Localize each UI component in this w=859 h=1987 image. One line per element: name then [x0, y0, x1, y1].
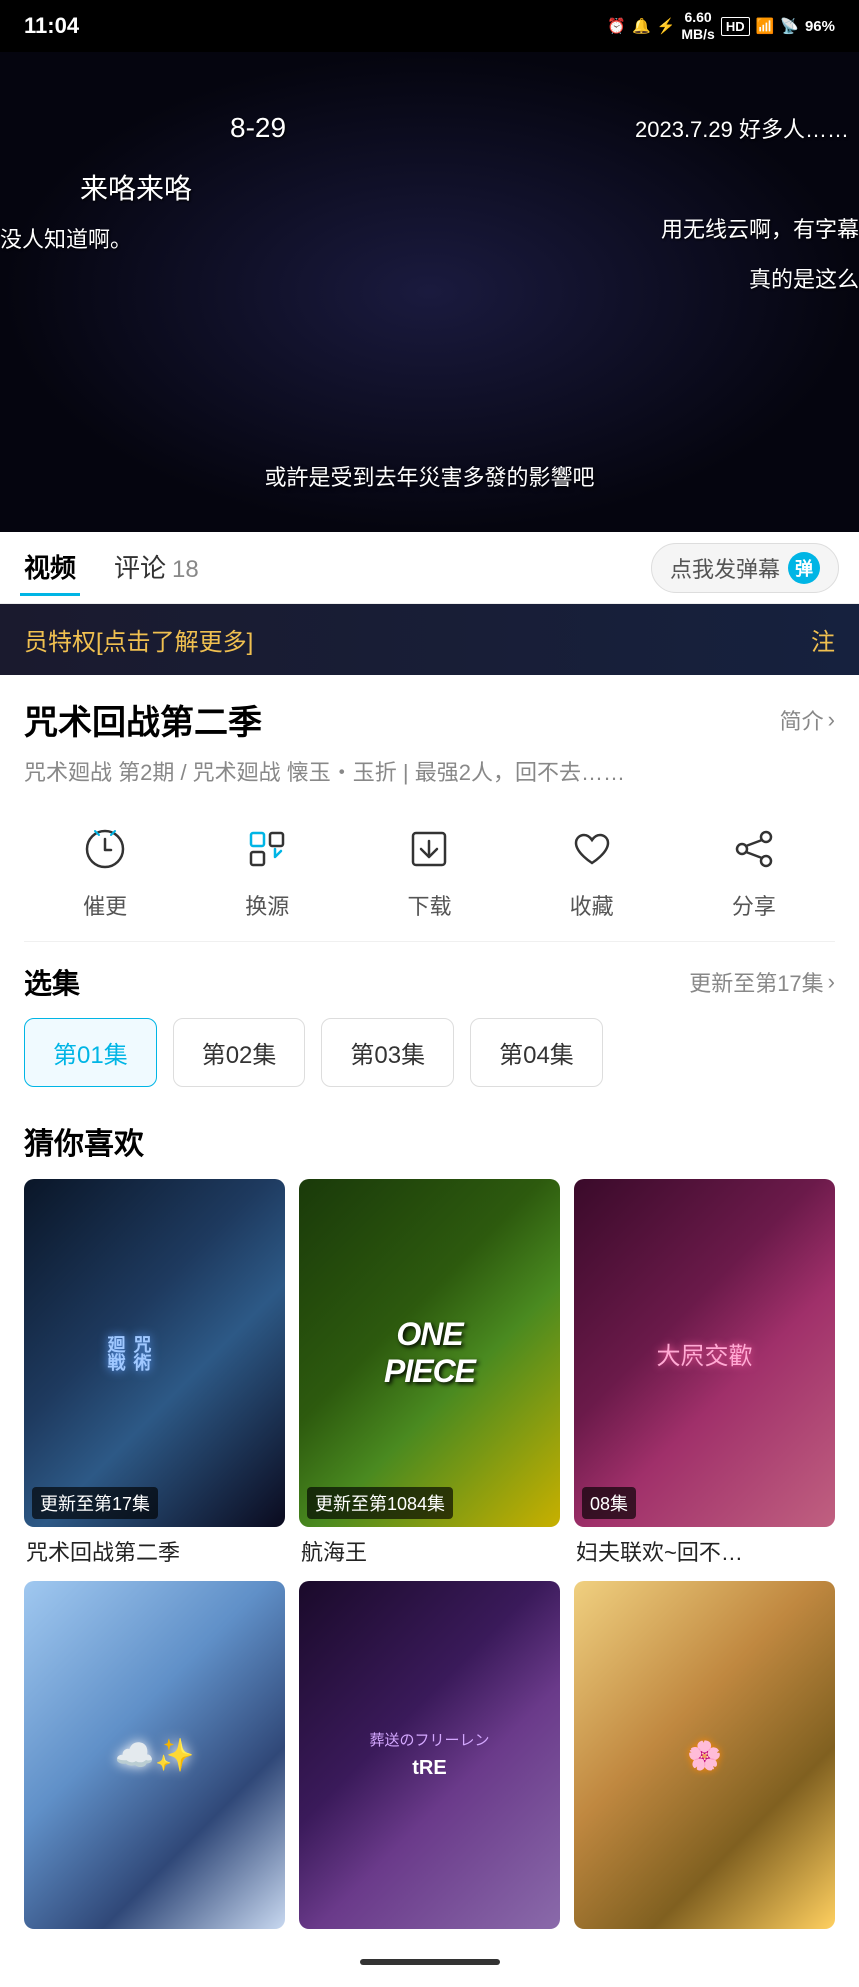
- recommend-card-jujutsu[interactable]: 咒術廻戦 更新至第17集 咒术回战第二季: [24, 1179, 285, 1567]
- episode-btn-01[interactable]: 第01集: [24, 1018, 157, 1087]
- danmaku-text-4: 没人知道啊。: [0, 222, 132, 254]
- status-time: 11:04: [24, 13, 79, 39]
- series-description: 咒术廻战 第2期 / 咒术廻战 懐玉・玉折 | 最强2人，回不去……: [24, 756, 835, 789]
- episode-more-button[interactable]: 更新至第17集 ›: [689, 966, 835, 998]
- danmaku-text: 8-29: [230, 112, 286, 144]
- danmaku-icon: 弹: [788, 552, 820, 584]
- episode-section-title: 选集: [24, 962, 80, 1002]
- collect-icon: [562, 819, 622, 879]
- series-title: 咒术回战第二季: [24, 695, 262, 744]
- danmaku-text-3: 来咯来咯: [80, 167, 192, 207]
- member-left-text: 员特权[点击了解更多]: [24, 622, 253, 657]
- source-icon: [237, 819, 297, 879]
- recommend-card-6[interactable]: 🌸: [574, 1581, 835, 1937]
- episode-btn-02[interactable]: 第02集: [173, 1018, 306, 1087]
- danmaku-button[interactable]: 点我发弹幕 弹: [651, 543, 839, 593]
- name-wife: 妇夫联欢~回不…: [574, 1535, 835, 1567]
- comment-count: 18: [172, 556, 199, 583]
- download-icon: [399, 819, 459, 879]
- recommend-card-sky[interactable]: ☁️✨: [24, 1581, 285, 1937]
- name-onepiece: 航海王: [299, 1535, 560, 1567]
- series-intro-button[interactable]: 简介 ›: [780, 704, 835, 736]
- alarm-icon: ⏰: [607, 17, 626, 35]
- recommend-grid: 咒術廻戦 更新至第17集 咒术回战第二季 ONEPIECE 更新至第1084集: [24, 1179, 835, 1937]
- badge-onepiece: 更新至第1084集: [307, 1487, 453, 1519]
- urge-label: 催更: [83, 889, 127, 921]
- battery-text: 96%: [805, 18, 835, 35]
- thumb-jujutsu: 咒術廻戦: [24, 1179, 285, 1527]
- source-label: 换源: [245, 889, 289, 921]
- action-collect[interactable]: 收藏: [562, 819, 622, 921]
- action-share[interactable]: 分享: [724, 819, 784, 921]
- badge-wife: 08集: [582, 1487, 636, 1519]
- tab-comment[interactable]: 评论18: [110, 540, 203, 596]
- name-jujutsu: 咒术回战第二季: [24, 1535, 285, 1567]
- member-banner[interactable]: 员特权[点击了解更多] 注: [0, 604, 859, 675]
- episode-btn-03[interactable]: 第03集: [321, 1018, 454, 1087]
- share-icon: [724, 819, 784, 879]
- thumb-anime3: 🌸: [574, 1581, 835, 1929]
- speed-text: 6.60MB/s: [681, 9, 714, 43]
- thumb-frieren: 葬送のフリーレン tRE: [299, 1581, 560, 1929]
- wifi-icon: 📶: [756, 17, 775, 35]
- thumb-onepiece: ONEPIECE: [299, 1179, 560, 1527]
- home-indicator: [360, 1959, 500, 1965]
- action-source[interactable]: 换源: [237, 819, 297, 921]
- action-download[interactable]: 下载: [399, 819, 459, 921]
- episode-list: 第01集 第02集 第03集 第04集: [24, 1018, 835, 1103]
- chevron-right-icon: ›: [828, 969, 835, 995]
- hd-badge: HD: [721, 17, 750, 36]
- bluetooth-icon: ⚡: [657, 17, 676, 35]
- download-label: 下载: [407, 889, 451, 921]
- thumb-wife: 大屄交歡: [574, 1179, 835, 1527]
- signal-icon: 📡: [780, 17, 799, 35]
- share-label: 分享: [732, 889, 776, 921]
- episode-section-header: 选集 更新至第17集 ›: [24, 942, 835, 1018]
- badge-jujutsu: 更新至第17集: [32, 1487, 158, 1519]
- urge-icon: [75, 819, 135, 879]
- recommend-title: 猜你喜欢: [24, 1119, 835, 1163]
- video-subtitle: 或許是受到去年災害多發的影響吧: [0, 460, 859, 492]
- series-header: 咒术回战第二季 简介 ›: [24, 695, 835, 744]
- tab-bar: 视频 评论18 点我发弹幕 弹: [0, 532, 859, 604]
- tab-video[interactable]: 视频: [20, 540, 80, 596]
- danmaku-text-5: 用无线云啊，有字幕: [661, 212, 859, 244]
- collect-label: 收藏: [570, 889, 614, 921]
- status-bar: 11:04 ⏰ 🔔 ⚡ 6.60MB/s HD 📶 📡 96%: [0, 0, 859, 52]
- action-urge[interactable]: 催更: [75, 819, 135, 921]
- bottom-bar: [0, 1937, 859, 1987]
- recommend-card-wife[interactable]: 大屄交歡 08集 妇夫联欢~回不…: [574, 1179, 835, 1567]
- danmaku-label: 点我发弹幕: [670, 552, 780, 584]
- recommend-card-frieren[interactable]: 葬送のフリーレン tRE: [299, 1581, 560, 1937]
- recommend-section: 猜你喜欢 咒術廻戦 更新至第17集 咒术回战第二季: [24, 1103, 835, 1937]
- recommend-card-onepiece[interactable]: ONEPIECE 更新至第1084集 航海王: [299, 1179, 560, 1567]
- mute-icon: 🔔: [632, 17, 651, 35]
- danmaku-text-2: 2023.7.29 好多人……: [635, 112, 849, 144]
- episode-btn-04[interactable]: 第04集: [470, 1018, 603, 1087]
- video-player[interactable]: 8-29 2023.7.29 好多人…… 来咯来咯 没人知道啊。 用无线云啊，有…: [0, 52, 859, 532]
- action-row: 催更 换源 下载: [24, 809, 835, 942]
- main-content: 咒术回战第二季 简介 › 咒术廻战 第2期 / 咒术廻战 懐玉・玉折 | 最强2…: [0, 675, 859, 1937]
- status-icons: ⏰ 🔔 ⚡ 6.60MB/s HD 📶 📡 96%: [607, 9, 835, 43]
- danmaku-text-6: 真的是这么: [749, 262, 859, 294]
- member-right-text: 注: [811, 622, 835, 657]
- thumb-sky: ☁️✨: [24, 1581, 285, 1929]
- chevron-right-icon: ›: [828, 707, 835, 733]
